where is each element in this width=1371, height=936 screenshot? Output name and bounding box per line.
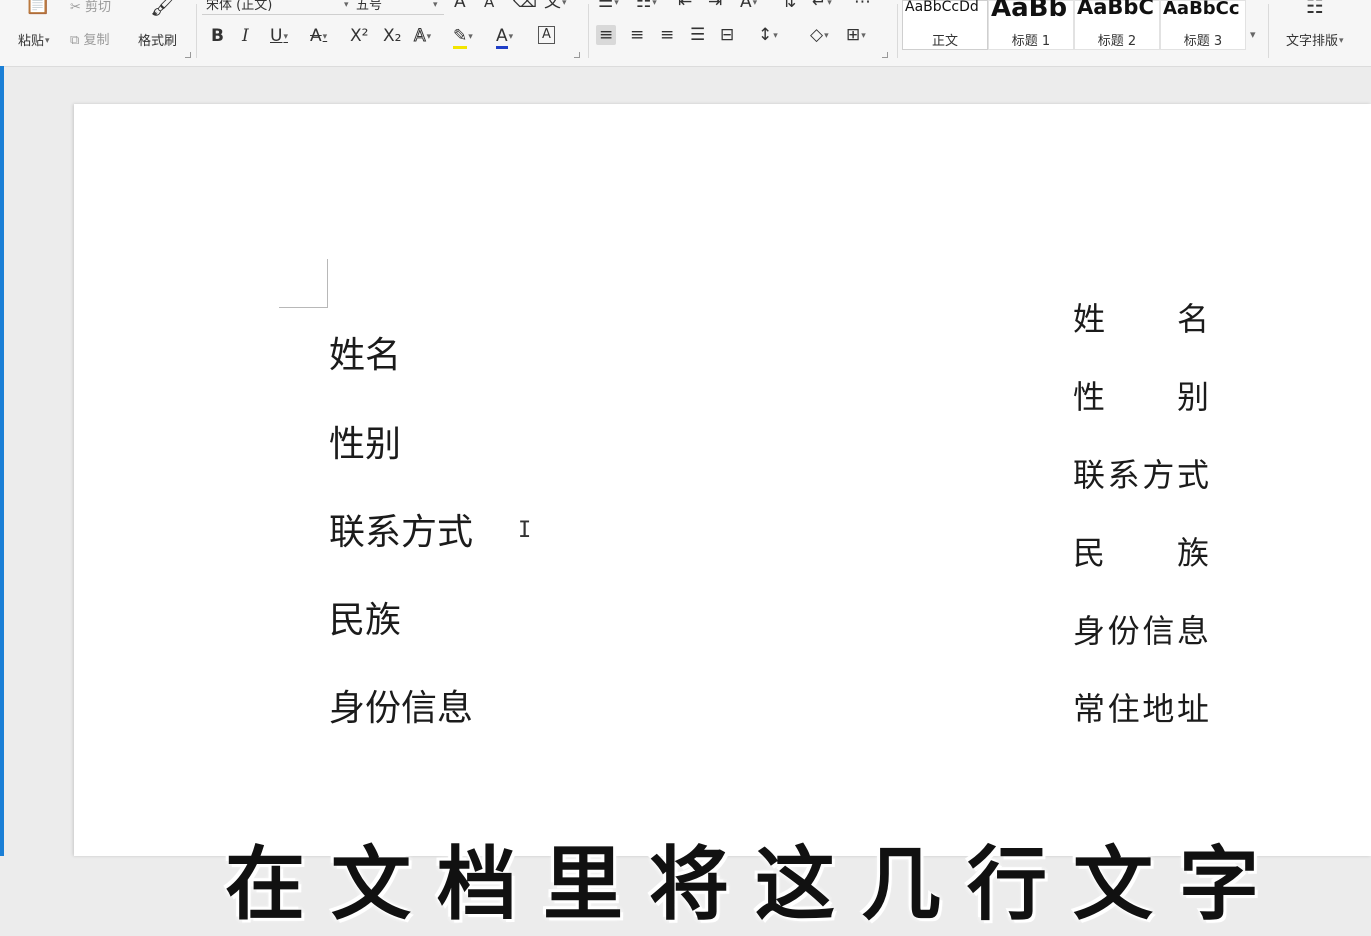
- borders-button[interactable]: ⊞▾: [846, 25, 866, 46]
- right-line-gender[interactable]: 性别: [1073, 372, 1209, 418]
- right-line-contact[interactable]: 联系方式: [1073, 450, 1209, 496]
- justify-button[interactable]: ☰: [690, 25, 705, 45]
- paragraph-group: ☰▾ ☷▾ ⇤ ⇥ A▾ ⇅ ↵▾ ⋯ ≡ ≡ ≡ ☰ ⊟ ↕▾ ◇▾ ⊞▾: [592, 0, 892, 62]
- text-cursor-icon: I: [518, 518, 532, 543]
- window-left-edge: [0, 66, 4, 856]
- video-caption: 在文档里将这几行文字: [225, 838, 1285, 931]
- format-painter-icon[interactable]: 🖌: [150, 0, 178, 17]
- text-effect-button[interactable]: A▾: [414, 26, 432, 47]
- font-family-select[interactable]: 宋体 (正文): [202, 0, 354, 15]
- font-size-select[interactable]: 五号: [352, 0, 444, 15]
- paste-icon[interactable]: 📋: [24, 0, 51, 15]
- subscript-button[interactable]: X₂: [383, 26, 401, 46]
- shrink-font-icon[interactable]: A: [484, 0, 494, 12]
- highlighter-icon: ✎: [453, 26, 468, 49]
- char-border-button[interactable]: A: [538, 26, 555, 44]
- italic-button[interactable]: I: [242, 26, 249, 46]
- left-line-ethnicity[interactable]: 民族: [329, 591, 401, 643]
- font-size-dropdown-icon[interactable]: ▾: [433, 0, 438, 10]
- left-line-contact[interactable]: 联系方式: [329, 503, 473, 555]
- superscript-button[interactable]: X²: [350, 26, 368, 46]
- font-color-button[interactable]: A▾: [496, 26, 513, 49]
- align-right-button[interactable]: ≡: [660, 25, 674, 45]
- ribbon-toolbar: 📋 粘贴▾ ✂ 剪切 ⧉ 复制 🖌 格式刷 宋体 (正文) ▾ 五号 ▾ A A…: [0, 0, 1371, 67]
- copy-icon: ⧉: [70, 33, 80, 48]
- left-line-gender[interactable]: 性别: [329, 415, 401, 467]
- paragraph-dialog-launcher[interactable]: [882, 52, 888, 58]
- style-heading-2[interactable]: AaBbC 标题 2: [1074, 0, 1160, 50]
- page-margin-mark-vertical: [327, 259, 328, 308]
- grow-font-icon[interactable]: A: [454, 0, 466, 12]
- increase-indent-icon[interactable]: ⇥: [708, 0, 722, 12]
- show-marks-icon[interactable]: ↵▾: [812, 0, 832, 13]
- styles-gallery-more-icon[interactable]: ▾: [1250, 28, 1256, 41]
- font-dialog-launcher[interactable]: [574, 52, 580, 58]
- shading-button[interactable]: ◇▾: [810, 25, 829, 46]
- decrease-indent-icon[interactable]: ⇤: [678, 0, 692, 12]
- bullet-list-icon[interactable]: ☰▾: [598, 0, 619, 13]
- left-line-identity[interactable]: 身份信息: [329, 679, 473, 731]
- right-line-address[interactable]: 常住地址: [1073, 684, 1209, 730]
- paste-button[interactable]: 粘贴▾: [18, 30, 50, 49]
- clear-format-icon[interactable]: ⌫: [513, 0, 537, 12]
- document-page[interactable]: 姓名 性别 联系方式 民族 身份信息 I 姓名 性别 联系方式 民族 身份信息 …: [74, 104, 1371, 856]
- scissors-icon: ✂: [70, 0, 81, 15]
- style-heading-1[interactable]: AaBb 标题 1: [988, 0, 1074, 50]
- highlight-button[interactable]: ✎▾: [453, 26, 473, 49]
- text-layout-icon[interactable]: ☷: [1306, 0, 1324, 16]
- copy-button[interactable]: ⧉ 复制: [70, 29, 109, 48]
- clipboard-dialog-launcher[interactable]: [185, 52, 191, 58]
- format-painter-button[interactable]: 格式刷: [138, 30, 177, 49]
- bold-button[interactable]: B: [211, 26, 224, 46]
- clipboard-group: 📋 粘贴▾ ✂ 剪切 ⧉ 复制 🖌 格式刷: [0, 0, 195, 62]
- left-line-name[interactable]: 姓名: [329, 326, 401, 378]
- numbered-list-icon[interactable]: ☷▾: [636, 0, 657, 13]
- right-line-identity[interactable]: 身份信息: [1073, 606, 1209, 652]
- font-family-dropdown-icon[interactable]: ▾: [344, 0, 349, 10]
- text-direction-icon[interactable]: A▾: [740, 0, 757, 13]
- cut-button[interactable]: ✂ 剪切: [70, 0, 111, 15]
- right-line-ethnicity[interactable]: 民族: [1073, 528, 1209, 574]
- style-normal[interactable]: AaBbCcDd 正文: [902, 0, 988, 50]
- right-line-name[interactable]: 姓名: [1073, 294, 1209, 340]
- align-left-button[interactable]: ≡: [596, 25, 617, 45]
- underline-button[interactable]: U▾: [270, 26, 288, 47]
- table-grid-icon[interactable]: ⋯: [854, 0, 871, 12]
- phonetic-guide-icon[interactable]: 文▾: [544, 0, 567, 13]
- align-center-button[interactable]: ≡: [630, 25, 644, 45]
- style-heading-3[interactable]: AaBbCc 标题 3: [1160, 0, 1246, 50]
- font-group: 宋体 (正文) ▾ 五号 ▾ A A ⌫ 文▾ B I U▾ A▾ X² X₂ …: [200, 0, 585, 62]
- text-layout-button[interactable]: 文字排版▾: [1286, 30, 1344, 49]
- strikethrough-button[interactable]: A▾: [310, 26, 327, 47]
- sort-icon[interactable]: ⇅: [782, 0, 796, 12]
- page-margin-mark-horizontal: [279, 307, 328, 308]
- distributed-button[interactable]: ⊟: [720, 25, 734, 45]
- line-spacing-button[interactable]: ↕▾: [758, 25, 778, 46]
- font-color-icon: A: [496, 26, 508, 49]
